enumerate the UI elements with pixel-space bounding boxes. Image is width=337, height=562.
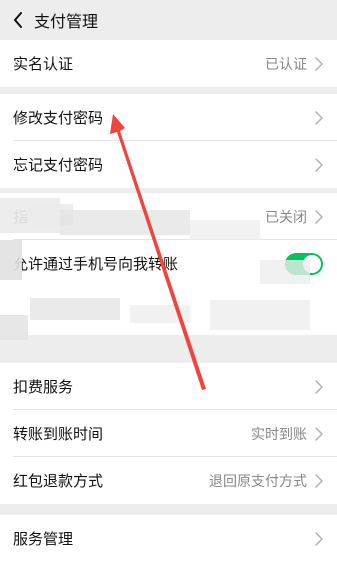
service-management-label: 服务管理 [13, 530, 74, 548]
deduction-service-label: 扣费服务 [13, 378, 74, 396]
fingerprint-row[interactable]: 指纹 已关闭 [0, 193, 337, 240]
toggle-knob [303, 255, 321, 273]
services-group: 扣费服务 转账到账时间 实时到账 红包退款方式 退回原支付方式 [0, 363, 337, 504]
refund-method-label: 红包退款方式 [13, 472, 104, 490]
password-group: 修改支付密码 忘记支付密码 [0, 94, 337, 188]
verification-group: 实名认证 已认证 [0, 40, 337, 87]
phone-transfer-toggle[interactable] [285, 253, 323, 275]
chevron-right-icon [315, 531, 323, 546]
forgot-password-label: 忘记支付密码 [13, 156, 104, 174]
back-button[interactable] [4, 0, 32, 40]
transfer-time-value: 实时到账 [251, 426, 307, 443]
deduction-service-row[interactable]: 扣费服务 [0, 363, 337, 410]
chevron-right-icon [315, 379, 323, 394]
fingerprint-status: 已关闭 [265, 209, 307, 226]
verification-status: 已认证 [265, 56, 307, 73]
chevron-left-icon [14, 12, 22, 28]
phone-transfer-label: 允许通过手机号向我转账 [13, 255, 179, 273]
service-management-group: 服务管理 [0, 515, 337, 562]
transfer-time-label: 转账到账时间 [13, 425, 104, 443]
chevron-right-icon [315, 56, 323, 71]
chevron-right-icon [315, 157, 323, 172]
page-title: 支付管理 [34, 12, 99, 31]
chevron-right-icon [315, 110, 323, 125]
real-name-label: 实名认证 [13, 55, 74, 73]
phone-transfer-row: 允许通过手机号向我转账 [0, 240, 337, 335]
refund-method-row[interactable]: 红包退款方式 退回原支付方式 [0, 457, 337, 504]
transfer-time-row[interactable]: 转账到账时间 实时到账 [0, 410, 337, 457]
refund-method-value: 退回原支付方式 [209, 473, 307, 490]
security-group: 指纹 已关闭 允许通过手机号向我转账 [0, 193, 337, 335]
change-password-row[interactable]: 修改支付密码 [0, 94, 337, 141]
change-password-label: 修改支付密码 [13, 109, 104, 127]
fingerprint-label: 指纹 [13, 208, 44, 226]
forgot-password-row[interactable]: 忘记支付密码 [0, 141, 337, 188]
chevron-right-icon [315, 209, 323, 224]
nav-bar: 支付管理 [0, 0, 337, 40]
chevron-right-icon [315, 426, 323, 441]
service-management-row[interactable]: 服务管理 [0, 515, 337, 562]
real-name-verification-row[interactable]: 实名认证 已认证 [0, 40, 337, 87]
chevron-right-icon [315, 473, 323, 488]
